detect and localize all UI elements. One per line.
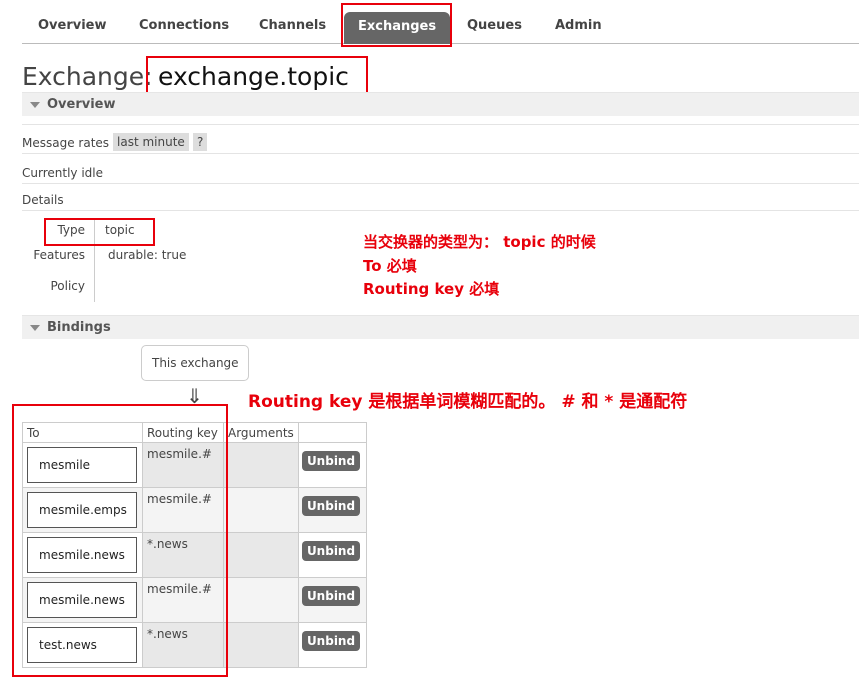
- help-button[interactable]: ?: [193, 133, 207, 151]
- cell-actions: Unbind: [298, 577, 367, 623]
- column-header-arguments: Arguments: [223, 422, 299, 443]
- highlight-box-type: [44, 218, 155, 246]
- divider: [22, 124, 859, 125]
- column-header-actions: [298, 422, 367, 443]
- unbind-button[interactable]: Unbind: [302, 586, 360, 606]
- unbind-button[interactable]: Unbind: [302, 496, 360, 516]
- bindings-section-label: Bindings: [47, 320, 111, 335]
- collapse-triangle-icon: [30, 102, 40, 108]
- unbind-button[interactable]: Unbind: [302, 541, 360, 561]
- cell-arguments: [223, 442, 299, 488]
- cell-actions: Unbind: [298, 487, 367, 533]
- cell-arguments: [223, 532, 299, 578]
- divider: [22, 210, 859, 211]
- bindings-section-header[interactable]: Bindings: [22, 315, 859, 339]
- nav-tab-overview[interactable]: Overview: [38, 18, 107, 33]
- unbind-button[interactable]: Unbind: [302, 451, 360, 471]
- features-label: Features: [33, 248, 85, 262]
- features-key: durable:: [108, 248, 158, 262]
- collapse-triangle-icon: [30, 325, 40, 331]
- annotation-wildcard: Routing key 是根据单词模糊匹配的。 # 和 * 是通配符: [248, 392, 688, 412]
- highlight-box-to-column: [12, 404, 228, 677]
- unbind-button[interactable]: Unbind: [302, 631, 360, 651]
- cell-arguments: [223, 487, 299, 533]
- annotation-to-required: To 必填: [363, 257, 417, 275]
- this-exchange-box: This exchange: [141, 345, 249, 381]
- divider: [22, 153, 859, 154]
- cell-arguments: [223, 577, 299, 623]
- nav-tab-connections[interactable]: Connections: [139, 18, 229, 33]
- features-durable-value: true: [161, 248, 187, 262]
- policy-label: Policy: [50, 279, 85, 293]
- overview-section-label: Overview: [47, 97, 116, 112]
- cell-actions: Unbind: [298, 442, 367, 488]
- idle-status: Currently idle: [22, 166, 103, 180]
- message-rates-label: Message rates: [22, 136, 110, 150]
- nav-tab-admin[interactable]: Admin: [555, 18, 602, 33]
- details-label: Details: [22, 193, 64, 207]
- message-rates-range-select[interactable]: last minute: [113, 133, 189, 151]
- cell-actions: Unbind: [298, 532, 367, 578]
- overview-section-header[interactable]: Overview: [22, 92, 859, 116]
- page-title-prefix: Exchange:: [22, 62, 153, 91]
- nav-tab-queues[interactable]: Queues: [467, 18, 522, 33]
- annotation-topic-type: 当交换器的类型为： topic 的时候: [363, 233, 596, 251]
- nav-tab-channels[interactable]: Channels: [259, 18, 326, 33]
- cell-actions: Unbind: [298, 622, 367, 668]
- annotation-routing-key-required: Routing key 必填: [363, 280, 500, 298]
- cell-arguments: [223, 622, 299, 668]
- features-value: durable: true: [108, 248, 186, 262]
- highlight-box-exchanges-tab: [341, 3, 452, 47]
- divider: [22, 183, 859, 184]
